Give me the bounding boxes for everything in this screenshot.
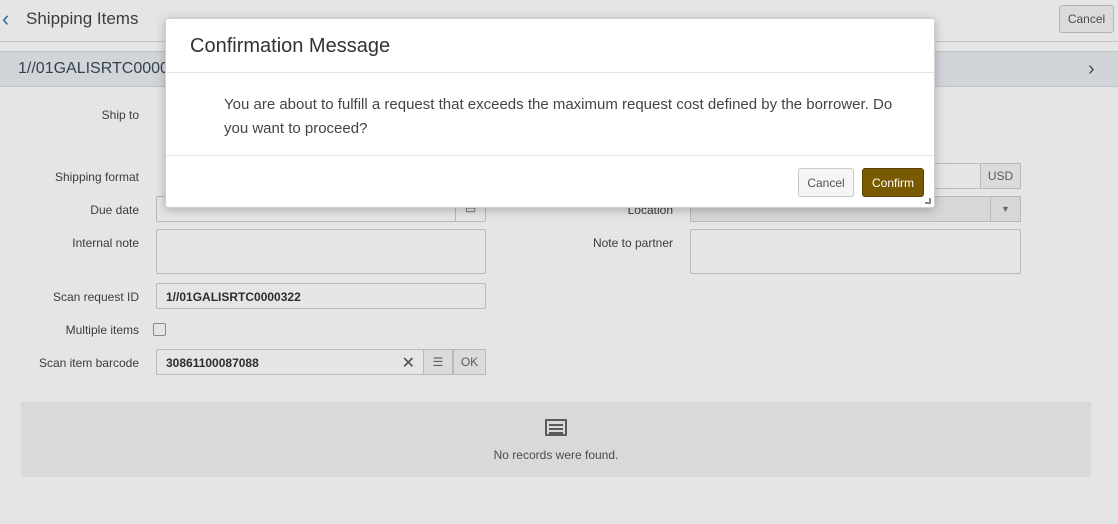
dialog-footer: Cancel Confirm	[166, 155, 934, 207]
confirmation-dialog: Confirmation Message You are about to fu…	[165, 18, 935, 208]
resize-handle-icon[interactable]	[925, 198, 931, 204]
dialog-header: Confirmation Message	[166, 19, 934, 73]
dialog-message: You are about to fulfill a request that …	[224, 96, 893, 137]
confirm-button[interactable]: Confirm	[862, 168, 924, 197]
dialog-title: Confirmation Message	[190, 35, 391, 57]
dialog-cancel-button[interactable]: Cancel	[798, 168, 854, 197]
